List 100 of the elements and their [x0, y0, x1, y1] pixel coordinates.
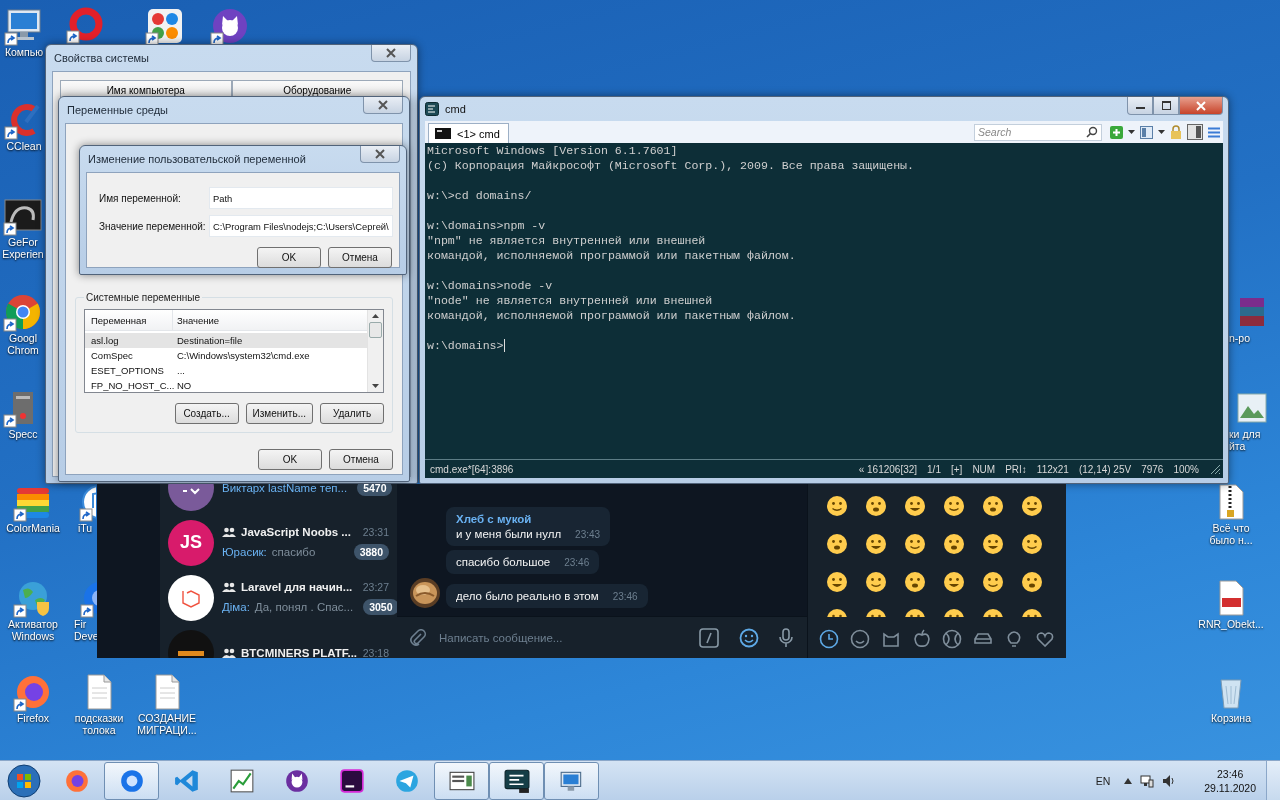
window-title: Изменение пользовательской переменной	[87, 153, 306, 165]
dialog-button[interactable]: Отмена	[329, 449, 393, 470]
table-row[interactable]: ComSpec C:\Windows\system32\cmd.exe	[85, 348, 367, 363]
dark-tile-icon[interactable]	[3, 196, 43, 236]
plus-icon[interactable]	[1110, 125, 1123, 139]
taskbar-button[interactable]	[489, 761, 544, 800]
caret-icon[interactable]	[1128, 130, 1135, 134]
monitor-icon[interactable]	[4, 6, 44, 46]
table-row[interactable]: asl.log Destination=file	[85, 333, 367, 348]
emoji-icon[interactable]	[943, 495, 965, 517]
scrollbar-thumb[interactable]	[369, 322, 382, 338]
emoji-icon[interactable]	[1021, 608, 1043, 618]
unread-count: 3050	[363, 598, 397, 615]
emoji-icon[interactable]	[904, 495, 926, 517]
column-header[interactable]: Переменная	[85, 310, 173, 330]
column-header[interactable]: Значение	[173, 310, 367, 330]
resize-grip-icon[interactable]	[1209, 463, 1221, 475]
emoji-icon[interactable]	[904, 532, 926, 555]
smiley-icon[interactable]	[739, 627, 759, 648]
search-field[interactable]: Search	[974, 123, 1102, 141]
start-orb-icon	[7, 763, 41, 798]
dialog-button[interactable]: Удалить	[320, 403, 384, 424]
emoji-icon[interactable]	[865, 570, 887, 593]
dialog-button[interactable]: Отмена	[328, 247, 392, 268]
scroll-up-icon[interactable]	[372, 314, 379, 318]
emoji-icon[interactable]	[826, 570, 848, 593]
paperclip-icon[interactable]	[409, 628, 427, 647]
emoji-icon[interactable]	[826, 532, 848, 555]
input-field[interactable]: C:\Program Files\nodejs;C:\Users\Сергей\	[209, 215, 393, 237]
emoji-icon[interactable]	[865, 608, 887, 618]
menu-icon[interactable]	[1208, 126, 1220, 138]
split-view-icon[interactable]	[1187, 124, 1203, 140]
input-field[interactable]: Path	[209, 187, 393, 209]
network-icon[interactable]	[1140, 773, 1155, 788]
dialog-button[interactable]: OK	[258, 449, 322, 470]
icon-label: Windows	[11, 630, 55, 642]
emoji-icon[interactable]	[982, 570, 1004, 593]
vertical-scrollbar[interactable]	[367, 310, 383, 392]
caret-icon[interactable]	[1158, 130, 1165, 134]
icon-label: Firefox	[16, 712, 50, 724]
dialog-button[interactable]: Изменить...	[245, 403, 313, 424]
message-field[interactable]: Написать сообщение...	[439, 631, 679, 644]
dialog-button[interactable]: Создать...	[174, 403, 239, 424]
emoji-icon[interactable]	[1021, 532, 1043, 555]
chat-item[interactable]: BTCMINERS PLATF... 23:18	[160, 625, 397, 658]
table-row[interactable]: FP_NO_HOST_C... NO	[85, 378, 367, 393]
maximize-button[interactable]	[1153, 97, 1179, 115]
close-button[interactable]	[1179, 97, 1223, 115]
ball-icon[interactable]	[942, 629, 963, 649]
taskbar-button[interactable]	[434, 761, 489, 800]
dialog-button[interactable]: OK	[257, 247, 321, 268]
emoji-icon[interactable]	[904, 570, 926, 593]
close-icon	[378, 100, 388, 110]
language-indicator[interactable]: EN	[1095, 774, 1111, 787]
emoji-icon[interactable]	[943, 532, 965, 555]
clock-icon[interactable]	[819, 629, 840, 649]
minimize-button[interactable]	[1127, 97, 1153, 115]
heart-icon[interactable]	[1034, 629, 1055, 649]
emoji-icon[interactable]	[826, 495, 848, 517]
dark-square-icon	[338, 767, 365, 794]
close-button[interactable]	[363, 97, 403, 114]
cat-circle-icon[interactable]	[210, 6, 250, 46]
panel-icon[interactable]	[1140, 125, 1153, 139]
icon-label: Specc	[8, 428, 38, 440]
emoji-icon[interactable]	[943, 570, 965, 593]
emoji-icon[interactable]	[826, 608, 848, 618]
scroll-down-icon[interactable]	[372, 384, 379, 388]
icon-label: Deve	[74, 630, 99, 642]
chat-time: 23:18	[362, 646, 389, 658]
microphone-icon[interactable]	[779, 627, 793, 648]
four-dots-icon[interactable]	[145, 6, 185, 46]
chat-item[interactable]: JS JavaScript Noobs ... 23:31 Юрасик: спасибо 3880	[160, 515, 397, 570]
emoji-icon[interactable]	[904, 608, 926, 618]
up-arrow-icon[interactable]	[1124, 777, 1133, 784]
lock-icon[interactable]	[1170, 125, 1182, 139]
table-row[interactable]: ESET_OPTIONS ...	[85, 363, 367, 378]
tricolor-circle-icon[interactable]	[3, 292, 43, 332]
emoji-icon[interactable]	[1021, 570, 1043, 593]
apple-icon[interactable]	[911, 629, 932, 649]
icon-label: йта	[1229, 440, 1246, 452]
console-line: w:\domains>npm -v	[427, 218, 547, 233]
smiley-icon[interactable]	[850, 629, 871, 649]
emoji-icon[interactable]	[982, 532, 1004, 555]
emoji-icon[interactable]	[982, 608, 1004, 618]
emoji-icon[interactable]	[865, 532, 887, 555]
emoji-icon[interactable]	[982, 495, 1004, 517]
chat-item[interactable]: Laravel для начин... 23:27 Діма: Да, понял . Спас... 3050	[160, 570, 397, 625]
chat-item[interactable]: Виктарх lastName теп... 5470	[160, 484, 397, 515]
emoji-icon[interactable]	[1021, 495, 1043, 517]
terminal-icon	[503, 767, 530, 794]
paper-plane-icon	[393, 767, 420, 794]
speaker-icon[interactable]	[1162, 773, 1177, 788]
emoji-icon[interactable]	[943, 608, 965, 618]
status-text: PRI↕	[1005, 463, 1027, 475]
emoji-icon[interactable]	[865, 495, 887, 517]
tab[interactable]: <1> cmd	[428, 123, 509, 143]
slash-command-icon[interactable]	[699, 627, 719, 648]
close-button[interactable]	[371, 45, 411, 62]
close-button[interactable]	[360, 146, 400, 163]
clock[interactable]: 23:46 29.11.2020	[1204, 766, 1256, 795]
